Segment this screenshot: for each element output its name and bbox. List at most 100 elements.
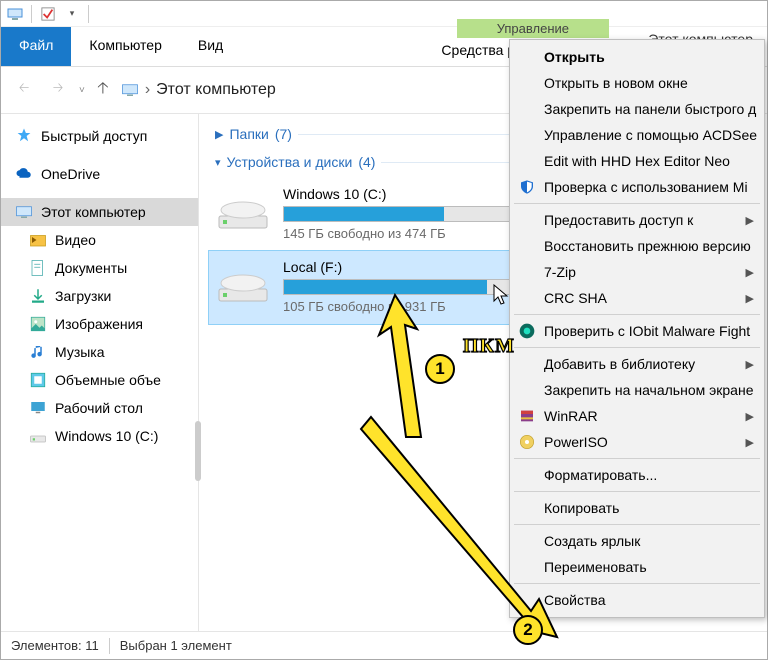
menu-item-label: Копировать [544, 500, 619, 516]
context-menu-item[interactable]: CRC SHA▶ [510, 285, 764, 311]
winrar-icon [518, 407, 536, 425]
ribbon-tab-view[interactable]: Вид [180, 27, 241, 66]
context-menu-item[interactable]: Открыть [510, 44, 764, 70]
group-label: Устройства и диски [227, 154, 353, 170]
sidebar-item[interactable]: Загрузки [1, 282, 198, 310]
context-menu-item[interactable]: Предоставить доступ к▶ [510, 207, 764, 233]
sidebar-item-label: Windows 10 (C:) [55, 428, 158, 444]
chevron-right-icon: › [145, 81, 150, 99]
submenu-arrow-icon: ▶ [746, 266, 754, 279]
status-selection: Выбран 1 элемент [120, 638, 232, 653]
sidebar-item[interactable]: Изображения [1, 310, 198, 338]
context-menu-item[interactable]: Edit with HHD Hex Editor Neo [510, 148, 764, 174]
menu-item-label: CRC SHA [544, 290, 607, 306]
context-menu-item[interactable]: Создать ярлык [510, 528, 764, 554]
context-menu-item[interactable]: Добавить в библиотеку ▶ [510, 351, 764, 377]
context-menu-item[interactable]: Копировать [510, 495, 764, 521]
context-menu-item[interactable]: WinRAR ▶ [510, 403, 764, 429]
menu-item-label: Восстановить прежнюю версию [544, 238, 751, 254]
context-menu-item[interactable]: Закрепить на начальном экране [510, 377, 764, 403]
submenu-arrow-icon: ▶ [746, 358, 754, 371]
up-button[interactable]: 🡡 [93, 77, 113, 104]
context-menu-item[interactable]: 7-Zip ▶ [510, 259, 764, 285]
status-separator [109, 638, 110, 654]
sidebar-item-label: Документы [55, 260, 127, 276]
menu-item-label: 7-Zip [544, 264, 576, 280]
chevron-right-icon: ▶ [215, 128, 223, 141]
pc-icon [121, 81, 139, 99]
context-menu-item[interactable]: Свойства [510, 587, 764, 613]
context-menu-item[interactable]: Форматировать... [510, 462, 764, 488]
folder-icon [29, 371, 47, 389]
cursor-icon [493, 284, 511, 309]
checkbox-icon[interactable] [40, 6, 56, 22]
chevron-down-icon: ▾ [215, 156, 221, 169]
cloud-icon [15, 165, 33, 183]
menu-item-label: Закрепить на панели быстрого д [544, 101, 756, 117]
folder-icon [29, 287, 47, 305]
menu-item-label: Управление с помощью ACDSee [544, 127, 757, 143]
submenu-arrow-icon: ▶ [746, 214, 754, 227]
menu-item-label: Создать ярлык [544, 533, 640, 549]
status-bar: Элементов: 11 Выбран 1 элемент [1, 631, 767, 659]
capacity-bar [283, 279, 513, 295]
sidebar-quick-access[interactable]: Быстрый доступ [1, 122, 198, 150]
ribbon-ctx-header: Управление [457, 19, 609, 38]
submenu-arrow-icon: ▶ [746, 410, 754, 423]
sidebar-item-label: OneDrive [41, 166, 100, 182]
hdd-icon [217, 269, 269, 305]
recent-dropdown-icon[interactable]: ˅ [79, 85, 85, 96]
shield-icon [518, 178, 536, 196]
sidebar-this-pc[interactable]: Этот компьютер [1, 198, 198, 226]
context-menu: ОткрытьОткрыть в новом окне Закрепить на … [509, 39, 765, 618]
qat-dropdown-icon[interactable]: ▾ [64, 6, 80, 22]
sidebar-item[interactable]: Объемные объе [1, 366, 198, 394]
folder-icon [29, 231, 47, 249]
menu-item-label: Добавить в библиотеку [544, 356, 695, 372]
context-menu-item[interactable]: Восстановить прежнюю версию [510, 233, 764, 259]
folder-icon [29, 343, 47, 361]
capacity-bar [283, 206, 513, 222]
context-menu-item[interactable]: Открыть в новом окне [510, 70, 764, 96]
sidebar-item-label: Быстрый доступ [41, 128, 147, 144]
menu-item-label: Edit with HHD Hex Editor Neo [544, 153, 730, 169]
qat-sep2 [88, 5, 89, 23]
sidebar-item-label: Объемные объе [55, 372, 161, 388]
ribbon-tab-file[interactable]: Файл [1, 27, 71, 66]
context-menu-item[interactable]: Проверить с IObit Malware Fight [510, 318, 764, 344]
menu-item-label: Свойства [544, 592, 605, 608]
context-menu-item[interactable]: Переименовать [510, 554, 764, 580]
context-menu-item[interactable]: Проверка с использованием Mi [510, 174, 764, 200]
hdd-icon [217, 196, 269, 232]
navigation-pane: Быстрый доступ OneDrive Этот компьютер В… [1, 114, 199, 631]
folder-icon [29, 399, 47, 417]
menu-item-label: Проверка с использованием Mi [544, 179, 748, 195]
menu-item-label: WinRAR [544, 408, 598, 424]
context-menu-item[interactable]: Управление с помощью ACDSee [510, 122, 764, 148]
breadcrumb[interactable]: › Этот компьютер [121, 81, 276, 99]
group-count: (4) [358, 154, 375, 170]
sidebar-item-label: Изображения [55, 316, 143, 332]
sidebar-item[interactable]: Музыка [1, 338, 198, 366]
context-menu-item[interactable]: Закрепить на панели быстрого д [510, 96, 764, 122]
iobit-icon [518, 322, 536, 340]
sidebar-item[interactable]: Видео [1, 226, 198, 254]
group-count: (7) [275, 126, 292, 142]
back-button[interactable]: 🡠 [11, 77, 37, 103]
qat-sep [31, 5, 32, 23]
star-icon [15, 127, 33, 145]
sidebar-onedrive[interactable]: OneDrive [1, 160, 198, 188]
ribbon-tab-computer[interactable]: Компьютер [71, 27, 179, 66]
status-item-count: Элементов: 11 [11, 638, 99, 653]
forward-button[interactable]: 🡢 [45, 77, 71, 103]
folder-icon [29, 427, 47, 445]
poweriso-icon [518, 433, 536, 451]
submenu-arrow-icon: ▶ [746, 436, 754, 449]
sidebar-item[interactable]: Windows 10 (C:) [1, 422, 198, 450]
context-menu-item[interactable]: PowerISO▶ [510, 429, 764, 455]
sidebar-item[interactable]: Документы [1, 254, 198, 282]
quick-access-toolbar: ▾ [1, 1, 767, 27]
menu-item-label: Проверить с IObit Malware Fight [544, 323, 750, 339]
sidebar-item[interactable]: Рабочий стол [1, 394, 198, 422]
sidebar-item-label: Загрузки [55, 288, 111, 304]
